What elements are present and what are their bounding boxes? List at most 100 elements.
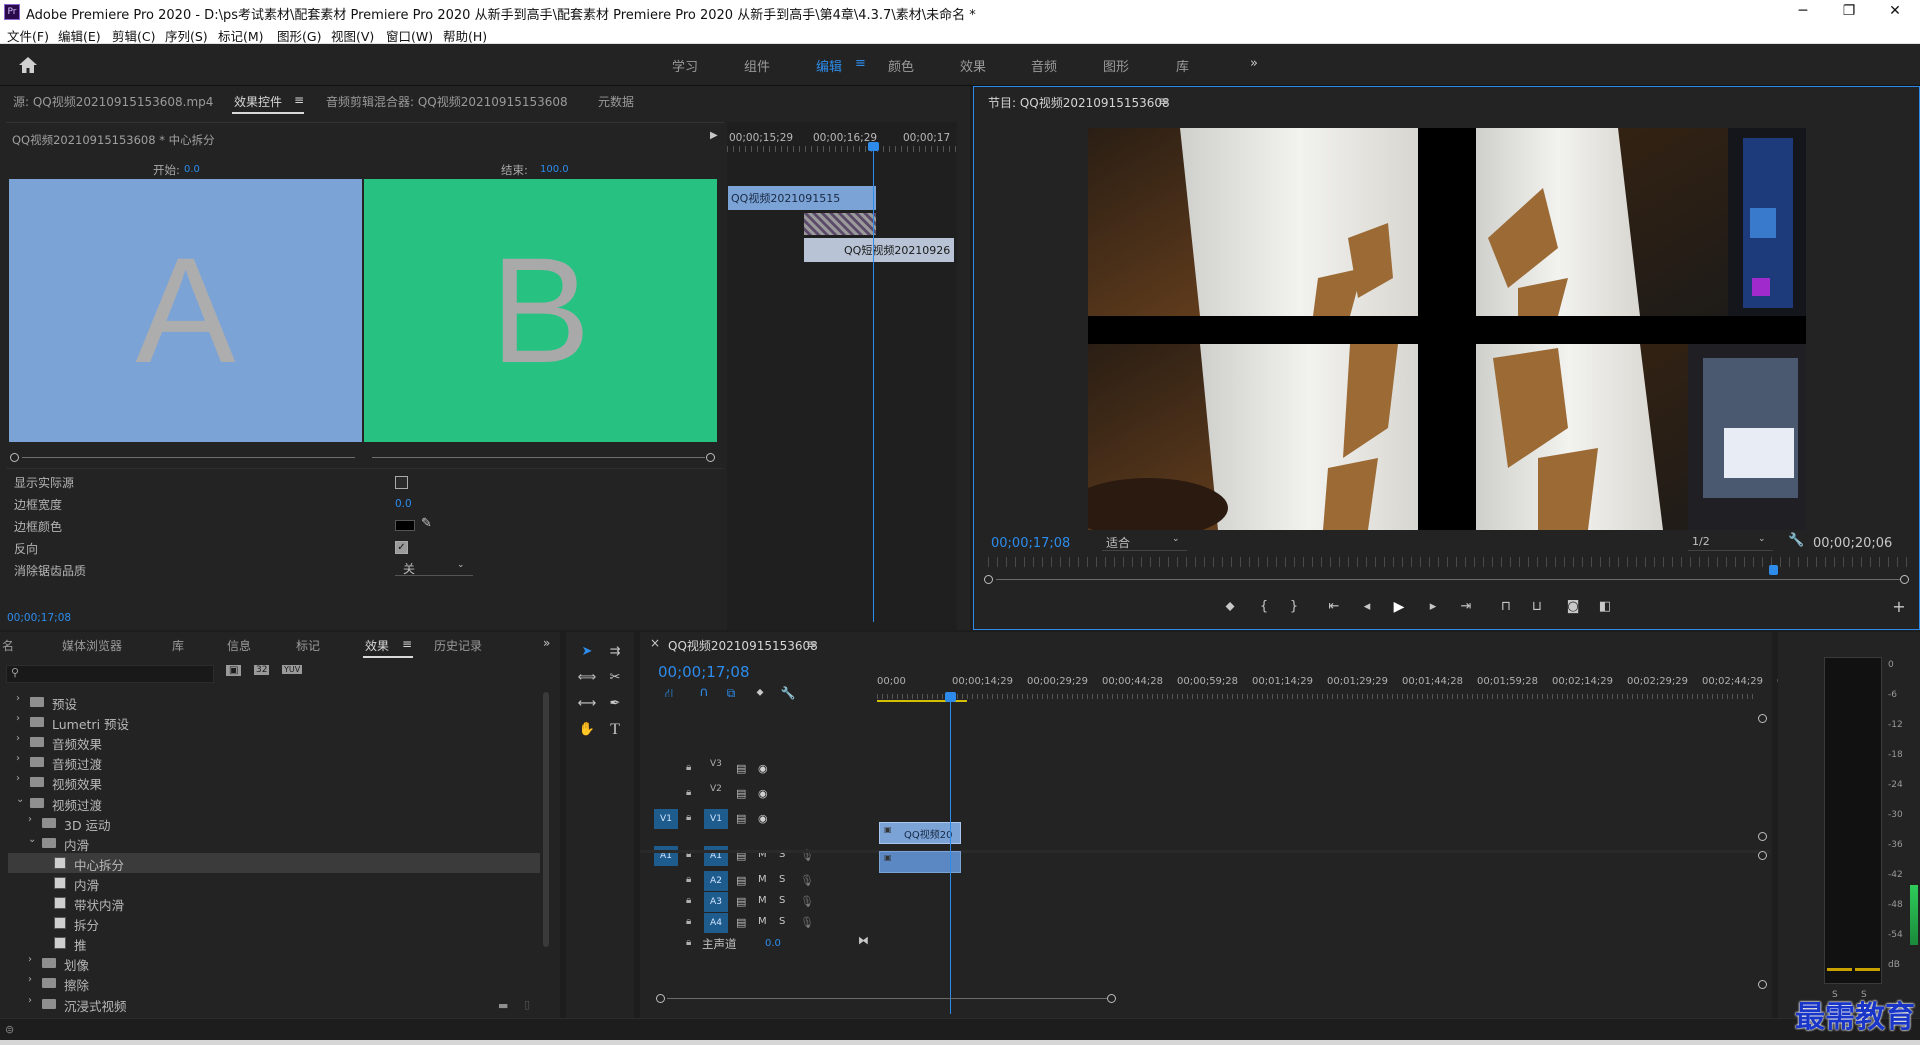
tree-effect-item[interactable]: 内滑 [8,873,540,893]
mark-out-button[interactable]: } [1283,596,1305,618]
menu-marker[interactable]: 标记(M) [218,26,264,45]
linked-selection-icon[interactable]: ⧉ [720,682,742,704]
step-back-button[interactable]: ◂ [1356,596,1378,618]
tree-effect-item[interactable]: 推 [8,933,540,953]
mute-button[interactable]: M [758,874,767,885]
mini-clip-b[interactable]: QQ短视频20210926 [804,238,954,262]
pen-tool-icon[interactable]: ✒ [604,693,626,715]
video-track-scroll-handle[interactable] [1758,832,1767,841]
tab-libraries[interactable]: 库 [172,637,184,654]
workspace-menu-icon[interactable]: ≡ [855,56,866,71]
tab-effects[interactable]: 效果 [365,637,389,654]
workspace-tab-libraries[interactable]: 库 [1176,56,1189,75]
tree-folder-item[interactable]: › 音频过渡 [8,752,540,772]
tree-folder-item[interactable]: ⌄ 视频过渡 [8,793,540,813]
timeline-timecode[interactable]: 00;00;17;08 [658,663,750,681]
scrub-right-handle[interactable] [1900,575,1909,584]
anti-aliasing-select[interactable]: 关 ⌄ [395,559,473,576]
menu-help[interactable]: 帮助(H) [443,26,487,45]
source-patch-v1[interactable]: V1 [654,809,678,829]
end-value[interactable]: 100.0 [540,164,569,175]
lock-icon[interactable]: 🔒︎ [686,787,691,798]
go-to-in-button[interactable]: ⇤ [1323,596,1345,618]
toggle-sync-lock-icon[interactable]: ▤ [736,874,746,887]
toggle-sync-lock-icon[interactable]: ▤ [736,895,746,908]
tab-effect-controls[interactable]: 效果控件 [234,93,282,110]
nest-toggle-icon[interactable]: ⛙ [658,682,680,704]
chevron-down-icon[interactable]: ⌄ [28,834,36,845]
effect-controls-timecode[interactable]: 00;00;17;08 [7,612,71,624]
tree-effect-item[interactable]: 拆分 [8,913,540,933]
master-volume-value[interactable]: 0.0 [765,938,781,949]
timeline-menu-icon[interactable]: ≡ [806,637,816,651]
tab-info[interactable]: 信息 [227,637,251,654]
mute-button[interactable]: M [758,895,767,906]
tab-history[interactable]: 历史记录 [434,637,482,654]
effects-menu-icon[interactable]: ≡ [402,637,412,651]
chevron-right-icon[interactable]: › [16,693,20,704]
track-label-v2[interactable]: V2 [710,784,722,794]
fit-select[interactable]: 适合 ⌄ [1102,533,1187,551]
toggle-sync-lock-icon[interactable]: ▤ [736,787,746,800]
timeline-playhead-handle[interactable] [945,692,956,702]
menu-view[interactable]: 视图(V) [331,26,374,45]
workspace-tab-effects[interactable]: 效果 [960,56,986,75]
add-marker-button[interactable]: ⬥ [1219,596,1241,618]
menu-clip[interactable]: 剪辑(C) [112,26,155,45]
lock-icon[interactable]: 🔒︎ [686,895,691,906]
audio-track-scroll-handle[interactable] [1758,980,1767,989]
end-slider-track[interactable] [372,457,705,458]
show-actual-source-checkbox[interactable] [395,476,408,489]
extract-button[interactable]: ⊔ [1526,596,1548,618]
panel-more-icon[interactable]: » [543,636,550,650]
resolution-select[interactable]: 1/2 ⌄ [1688,533,1773,551]
lock-icon[interactable]: 🔒︎ [686,937,691,948]
workspace-tab-graphics[interactable]: 图形 [1103,56,1129,75]
menu-sequence[interactable]: 序列(S) [165,26,208,45]
tab-audio-clip-mixer[interactable]: 音频剪辑混合器: QQ视频20210915153608 [326,93,568,110]
solo-button[interactable]: S [779,874,785,885]
border-width-value[interactable]: 0.0 [395,498,412,510]
workspace-tab-audio[interactable]: 音频 [1031,56,1057,75]
minimize-button[interactable]: ─ [1780,0,1826,24]
chevron-right-icon[interactable]: › [28,954,32,965]
eyedropper-icon[interactable]: ✎ [421,516,432,531]
scrub-left-handle[interactable] [984,575,993,584]
solo-button[interactable]: S [779,895,785,906]
solo-button[interactable]: S [779,916,785,927]
tree-effect-item[interactable]: 中心拆分 [8,852,540,873]
track-label-a4[interactable]: A4 [704,913,728,933]
video-track-scroll-handle[interactable] [1758,714,1767,723]
timeline-zoom-left-handle[interactable] [656,994,665,1003]
program-current-timecode[interactable]: 00;00;17;08 [991,536,1070,551]
tree-folder-item[interactable]: › 擦除 [8,973,540,993]
track-label-a3[interactable]: A3 [704,892,728,912]
lock-icon[interactable]: 🔒︎ [686,874,691,885]
settings-wrench-icon[interactable]: 🔧 [1788,533,1804,548]
maximize-button[interactable]: ❐ [1826,0,1872,24]
type-tool-icon[interactable]: T [604,719,626,741]
tree-folder-item[interactable]: › 音频效果 [8,732,540,752]
program-monitor-title[interactable]: 节目: QQ视频20210915153608 [988,94,1170,111]
master-track-expand-icon[interactable]: ⧓ [858,934,869,947]
button-editor-add-icon[interactable]: + [1888,596,1910,618]
toggle-sync-lock-icon[interactable]: ▤ [736,916,746,929]
program-playhead[interactable] [1769,565,1779,575]
go-to-out-button[interactable]: ⇥ [1455,596,1477,618]
new-bin-folder-icon[interactable]: ▬ [498,999,508,1012]
razor-tool-icon[interactable]: ✂ [604,667,626,689]
menu-file[interactable]: 文件(F) [7,26,49,45]
start-slider-track[interactable] [22,457,355,458]
eye-icon[interactable]: ◉ [758,762,768,775]
chevron-right-icon[interactable]: › [16,753,20,764]
audio-track-scroll-handle[interactable] [1758,851,1767,860]
workspace-more-icon[interactable]: » [1250,56,1258,71]
tree-folder-item[interactable]: › 划像 [8,953,540,973]
mute-button[interactable]: M [758,916,767,927]
program-monitor-menu-icon[interactable]: ≡ [1158,94,1168,108]
delete-trash-icon[interactable]: ▯ [524,998,530,1011]
workspace-tab-assembly[interactable]: 组件 [744,56,770,75]
step-forward-button[interactable]: ▸ [1422,596,1444,618]
track-label-v1[interactable]: V1 [704,809,728,829]
add-marker-icon[interactable]: ⬥ [749,682,771,704]
